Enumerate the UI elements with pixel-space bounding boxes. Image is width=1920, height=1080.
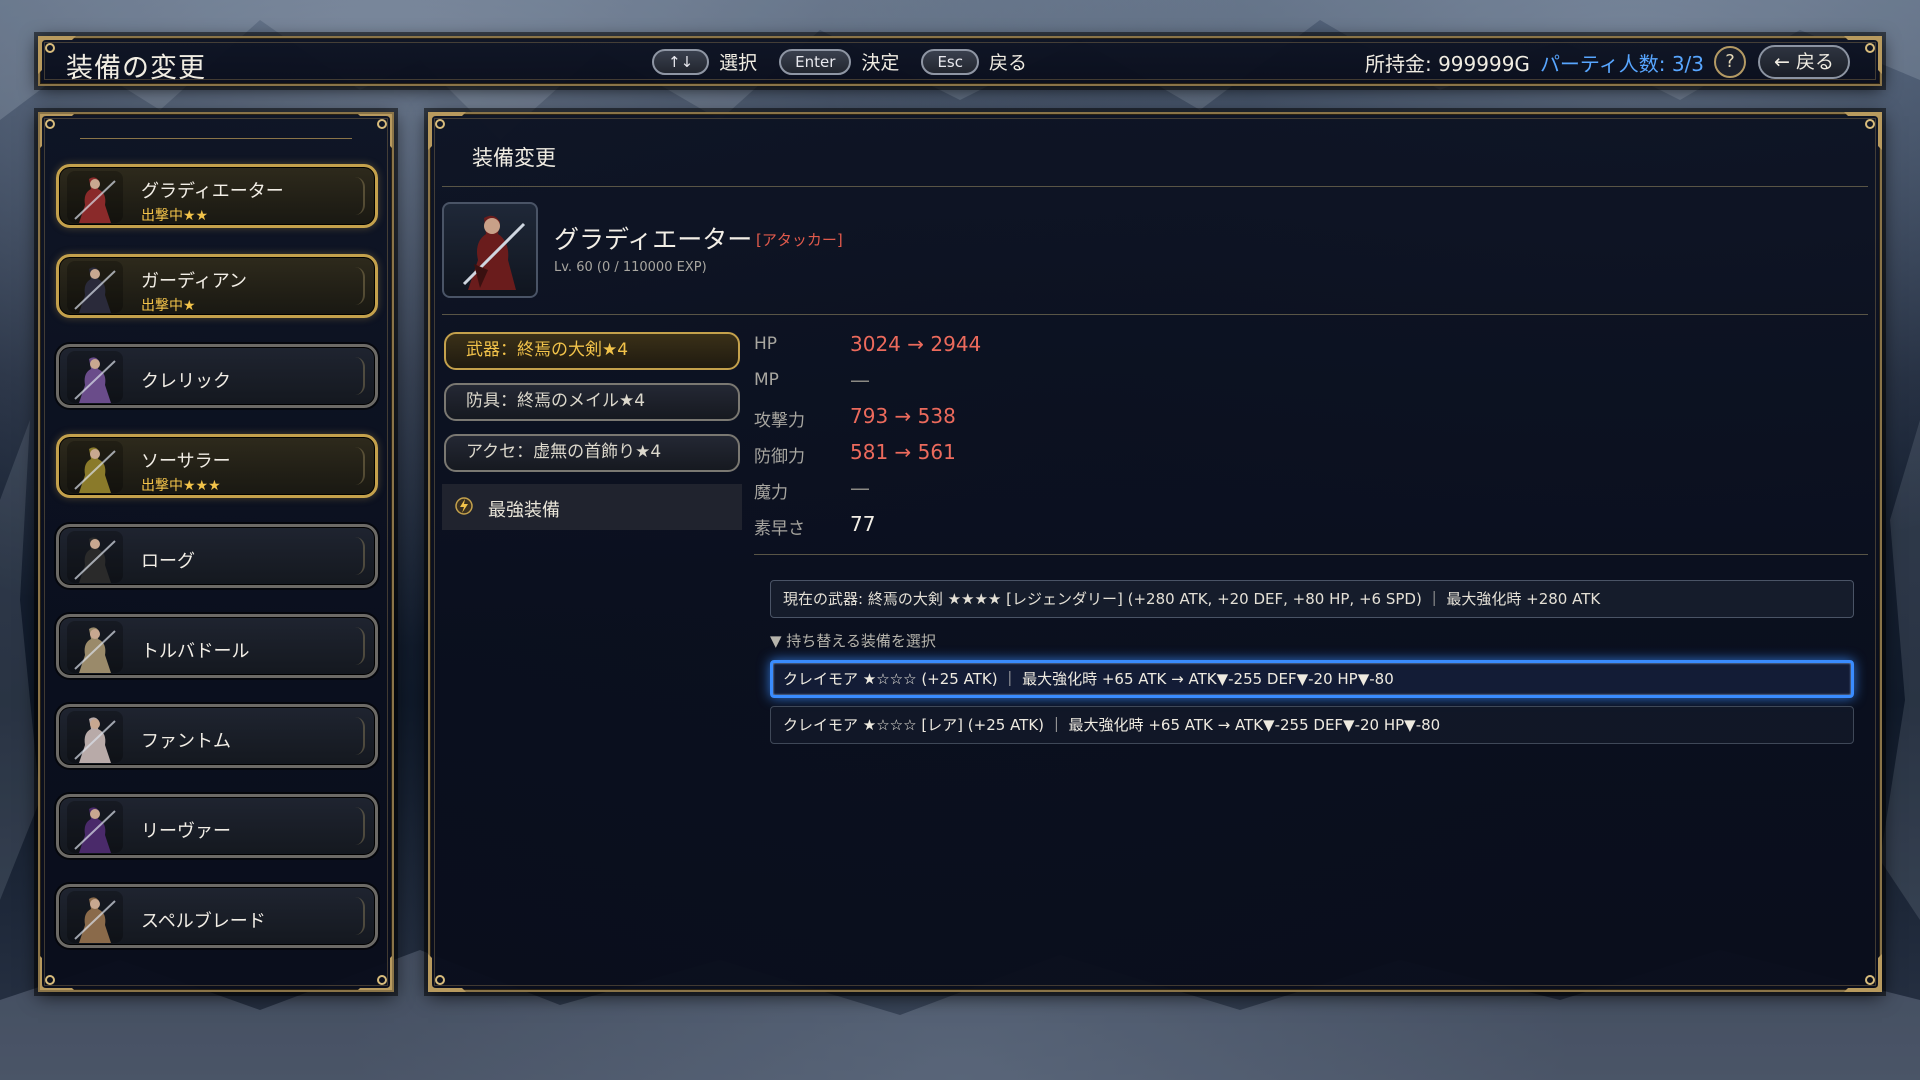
character-level: Lv. 60 (0 / 110000 EXP) bbox=[554, 260, 707, 275]
key-esc-label: 戻る bbox=[988, 52, 1027, 74]
stats-table: HP 3024 → 2944 MP — 攻撃力 793 → 538 防御力 581 → … bbox=[754, 330, 1014, 546]
member-portrait-icon bbox=[67, 171, 123, 223]
member-name: ソーサラー bbox=[141, 451, 231, 472]
roster-member[interactable]: ファントム bbox=[56, 704, 378, 768]
stat-value: 77 bbox=[850, 512, 876, 536]
swap-option[interactable]: クレイモア ★☆☆☆ (+25 ATK) ｜ 最大強化時 +65 ATK → A… bbox=[770, 660, 1854, 698]
roster-member[interactable]: リーヴァー bbox=[56, 794, 378, 858]
member-portrait-icon bbox=[67, 441, 123, 493]
stat-label: HP bbox=[754, 334, 778, 354]
character-role: [アタッカー] bbox=[756, 231, 843, 249]
key-updown-label: 選択 bbox=[719, 52, 758, 74]
key-hints: ↑↓ 選択 Enter 決定 Esc 戻る bbox=[652, 48, 1049, 75]
current-weapon-info: 現在の武器: 終焉の大剣 ★★★★ [レジェンダリー] (+280 ATK, +… bbox=[770, 580, 1854, 618]
page-title: 装備の変更 bbox=[66, 53, 206, 84]
stat-mp: MP — bbox=[754, 366, 1014, 402]
stat-attack: 攻撃力 793 → 538 bbox=[754, 402, 1014, 438]
member-portrait-icon bbox=[67, 801, 123, 853]
roster-member[interactable]: スペルブレード bbox=[56, 884, 378, 948]
key-enter-label: 決定 bbox=[861, 52, 900, 74]
divider bbox=[442, 314, 1868, 315]
stat-value: 793 → 538 bbox=[850, 404, 956, 428]
ornament-corner-icon bbox=[1844, 112, 1882, 150]
lightning-icon bbox=[455, 497, 473, 515]
stat-label: 防御力 bbox=[754, 447, 805, 467]
stat-value: 3024 → 2944 bbox=[850, 332, 982, 356]
member-name: ガーディアン bbox=[141, 271, 248, 292]
stat-magic: 魔力 — bbox=[754, 474, 1014, 510]
member-name: リーヴァー bbox=[141, 821, 231, 842]
member-name: クレリック bbox=[141, 371, 231, 392]
character-portrait bbox=[442, 202, 538, 298]
stat-value: — bbox=[850, 476, 870, 500]
member-portrait-icon bbox=[67, 351, 123, 403]
member-portrait-icon bbox=[67, 531, 123, 583]
character-name: グラディエーター bbox=[554, 225, 753, 254]
ornament-corner-icon bbox=[356, 114, 392, 150]
member-name: ローグ bbox=[141, 551, 195, 572]
slot-accessory[interactable]: アクセ：虚無の首飾り★4 bbox=[444, 434, 740, 472]
ornament-corner-icon bbox=[1844, 954, 1882, 992]
header-status: 所持金: 999999G パーティ人数: 3/3 ? ← 戻る bbox=[1365, 45, 1850, 79]
stat-label: 素早さ bbox=[754, 519, 805, 539]
stat-hp: HP 3024 → 2944 bbox=[754, 330, 1014, 366]
ornament-corner-icon bbox=[428, 954, 466, 992]
back-button[interactable]: ← 戻る bbox=[1758, 45, 1850, 79]
divider bbox=[442, 186, 1868, 187]
member-status-badge: 出撃中★ bbox=[141, 298, 196, 314]
party-roster-list: グラディエーター出撃中★★ ガーディアン出撃中★ クレリックソーサラー出撃中★★★ ロ… bbox=[56, 164, 378, 974]
member-status-badge: 出撃中★★ bbox=[141, 208, 209, 224]
ornament-corner-icon bbox=[40, 114, 74, 148]
best-equip-button[interactable]: 最強装備 bbox=[442, 484, 742, 530]
member-name: スペルブレード bbox=[141, 911, 266, 932]
stat-defense: 防御力 581 → 561 bbox=[754, 438, 1014, 474]
equipment-panel: 装備変更 グラディエーター [アタッカー] Lv. 60 (0 / 110000… bbox=[428, 112, 1882, 992]
swap-heading: ▼ 持ち替える装備を選択 bbox=[770, 632, 936, 650]
party-count: パーティ人数: 3/3 bbox=[1539, 51, 1705, 76]
gladiator-portrait-icon bbox=[462, 215, 526, 290]
stat-speed: 素早さ 77 bbox=[754, 510, 1014, 546]
stat-label: 攻撃力 bbox=[754, 411, 805, 431]
divider bbox=[754, 554, 1868, 555]
divider bbox=[80, 138, 352, 139]
roster-member[interactable]: ソーサラー出撃中★★★ bbox=[56, 434, 378, 498]
gold-amount: 所持金: 999999G bbox=[1364, 51, 1530, 76]
member-portrait-icon bbox=[67, 621, 123, 673]
member-status-badge: 出撃中★★★ bbox=[141, 478, 221, 494]
roster-member[interactable]: ローグ bbox=[56, 524, 378, 588]
key-updown: ↑↓ bbox=[652, 48, 710, 75]
member-portrait-icon bbox=[67, 711, 123, 763]
roster-member[interactable]: グラディエーター出撃中★★ bbox=[56, 164, 378, 228]
stat-value: 581 → 561 bbox=[850, 440, 956, 464]
ornament-corner-icon bbox=[428, 112, 466, 150]
panel-title: 装備変更 bbox=[472, 146, 556, 170]
stat-label: MP bbox=[754, 370, 779, 390]
member-portrait-icon bbox=[67, 891, 123, 943]
stat-value: — bbox=[850, 368, 870, 392]
help-button[interactable]: ? bbox=[1714, 46, 1747, 78]
stat-label: 魔力 bbox=[754, 483, 788, 503]
swap-option[interactable]: クレイモア ★☆☆☆ [レア] (+25 ATK) ｜ 最大強化時 +65 AT… bbox=[770, 706, 1854, 744]
key-esc: Esc bbox=[921, 48, 979, 75]
roster-member[interactable]: トルバドール bbox=[56, 614, 378, 678]
roster-member[interactable]: クレリック bbox=[56, 344, 378, 408]
header-bar: 装備の変更 ↑↓ 選択 Enter 決定 Esc 戻る 所持金: 999999G… bbox=[38, 36, 1882, 86]
slot-armor[interactable]: 防具：終焉のメイル★4 bbox=[444, 383, 740, 421]
member-name: グラディエーター bbox=[141, 181, 284, 202]
slot-weapon[interactable]: 武器：終焉の大剣★4 bbox=[444, 332, 740, 370]
member-name: トルバドール bbox=[141, 641, 250, 662]
party-roster-panel: グラディエーター出撃中★★ ガーディアン出撃中★ クレリックソーサラー出撃中★★★ ロ… bbox=[38, 112, 394, 992]
best-equip-label: 最強装備 bbox=[488, 500, 560, 521]
member-name: ファントム bbox=[141, 731, 231, 752]
roster-member[interactable]: ガーディアン出撃中★ bbox=[56, 254, 378, 318]
member-portrait-icon bbox=[67, 261, 123, 313]
key-enter: Enter bbox=[779, 48, 852, 75]
